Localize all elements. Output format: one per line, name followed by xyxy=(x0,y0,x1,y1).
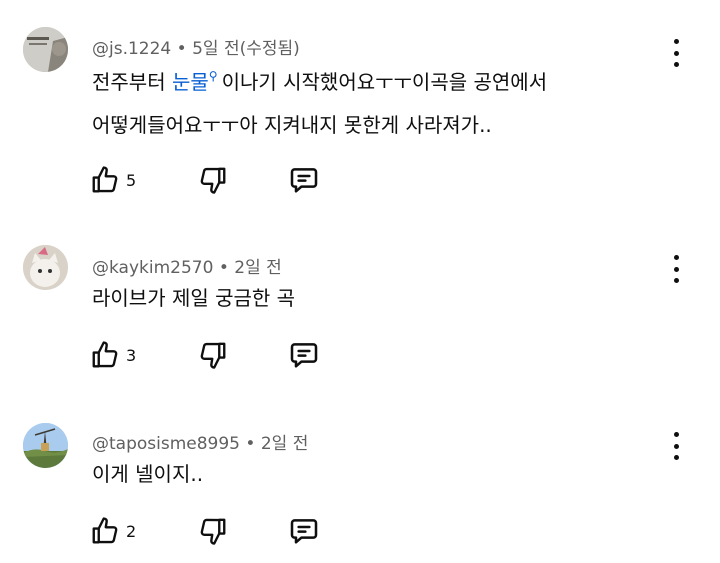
dislike-button[interactable] xyxy=(198,163,228,197)
timestamp: 2일 전 xyxy=(234,258,282,278)
comment-text-line: 이게 넬이지.. xyxy=(92,462,204,486)
search-icon[interactable]: ⚲ xyxy=(209,69,218,83)
reply-comment-icon xyxy=(290,343,318,368)
comment-meta: @kaykim2570 • 2일 전 xyxy=(92,253,282,278)
avatar-image xyxy=(23,27,68,72)
thumbs-down-icon xyxy=(200,167,226,194)
comment-text: 전주부터 눈물⚲ 이나기 시작했어요ㅜㅜ이곡을 공연에서 어떻게들어요ㅜㅜ아 지켜… xyxy=(92,62,547,145)
like-count: 2 xyxy=(126,521,137,541)
search-link[interactable]: 눈물 xyxy=(172,70,209,94)
thumbs-up-icon xyxy=(92,166,118,193)
more-vertical-icon[interactable] xyxy=(666,255,686,283)
reply-button[interactable] xyxy=(288,338,320,372)
reply-button[interactable] xyxy=(288,514,320,548)
comment-text: 라이브가 제일 궁금한 곡 xyxy=(92,278,295,318)
more-vertical-icon[interactable] xyxy=(666,39,686,67)
avatar[interactable] xyxy=(23,245,68,290)
dislike-button[interactable] xyxy=(198,338,228,372)
like-button[interactable]: 5 xyxy=(90,163,136,197)
like-button[interactable]: 2 xyxy=(90,514,136,548)
like-count: 5 xyxy=(126,170,137,190)
thumbs-up-icon xyxy=(92,341,118,368)
avatar-image xyxy=(23,423,68,468)
like-count: 3 xyxy=(126,345,137,365)
author-handle[interactable]: @js.1224 xyxy=(92,39,171,59)
comment-text-line: 어떻게들어요ㅜㅜ아 지켜내지 못한게 사라져가.. xyxy=(92,113,492,137)
thumbs-down-icon xyxy=(200,518,226,545)
comment-text-part: 전주부터 xyxy=(92,70,172,94)
comment-text-part: 이나기 시작했어요ㅜㅜ이곡을 공연에서 xyxy=(221,70,548,94)
avatar[interactable] xyxy=(23,423,68,468)
comment-text: 이게 넬이지.. xyxy=(92,454,203,494)
thumbs-up-icon xyxy=(92,517,118,544)
like-button[interactable]: 3 xyxy=(90,338,136,372)
avatar-image xyxy=(23,245,68,290)
comment-text-line: 라이브가 제일 궁금한 곡 xyxy=(92,286,296,310)
thumbs-down-icon xyxy=(200,342,226,369)
more-vertical-icon[interactable] xyxy=(666,432,686,460)
author-handle[interactable]: @kaykim2570 xyxy=(92,258,213,278)
timestamp: 5일 전(수정됨) xyxy=(192,39,300,59)
timestamp: 2일 전 xyxy=(260,434,309,454)
comment-meta: @taposisme8995 • 2일 전 xyxy=(92,429,308,454)
reply-comment-icon xyxy=(290,519,318,544)
reply-comment-icon xyxy=(290,168,318,193)
reply-button[interactable] xyxy=(288,163,320,197)
separator: • xyxy=(176,39,187,59)
avatar[interactable] xyxy=(23,27,68,72)
separator: • xyxy=(218,258,229,278)
dislike-button[interactable] xyxy=(198,514,228,548)
author-handle[interactable]: @taposisme8995 xyxy=(92,434,240,454)
separator: • xyxy=(245,434,256,454)
comment-meta: @js.1224 • 5일 전(수정됨) xyxy=(92,34,300,59)
